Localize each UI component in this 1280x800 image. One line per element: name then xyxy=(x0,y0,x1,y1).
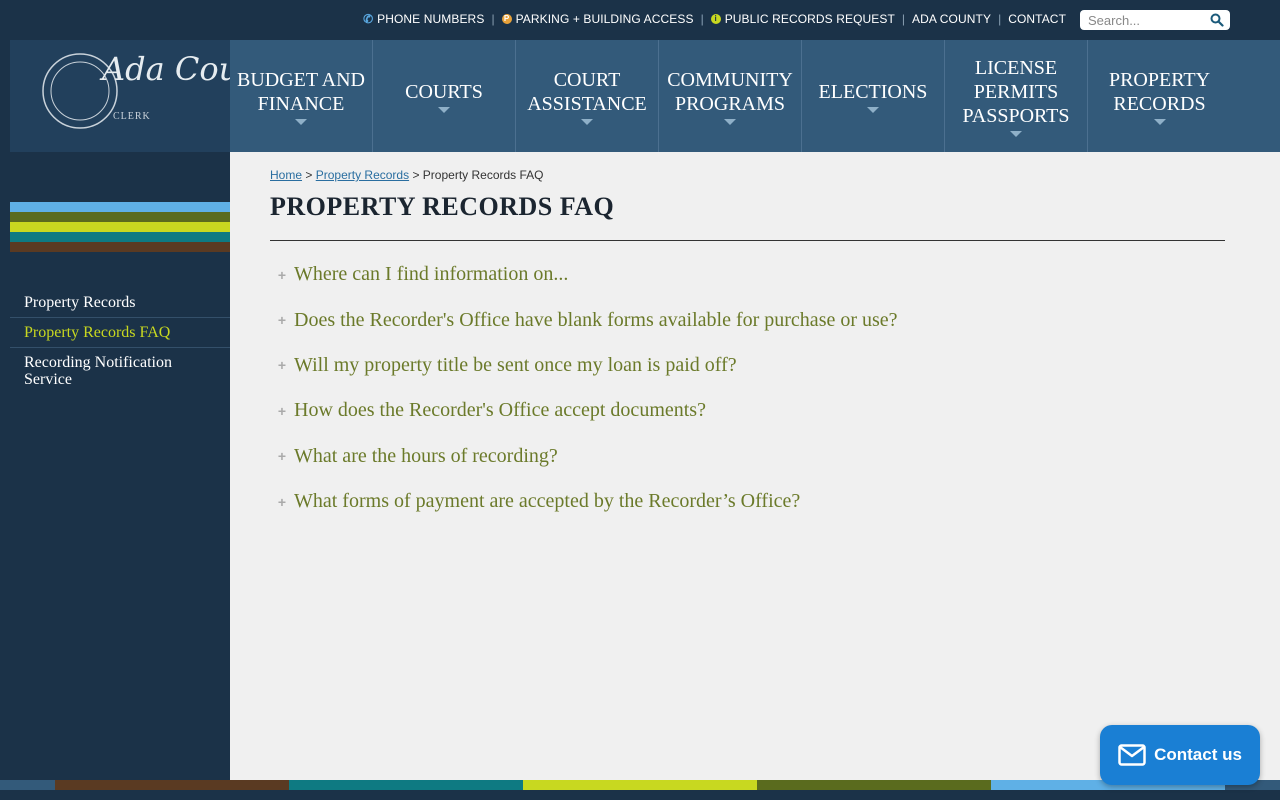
contact-us-button[interactable]: Contact us xyxy=(1100,725,1260,785)
nav-court-assistance[interactable]: COURT ASSISTANCE xyxy=(516,40,659,152)
nav-label: COURTS xyxy=(405,80,483,103)
nav-label: ELECTIONS xyxy=(818,80,928,103)
separator: | xyxy=(901,12,906,26)
separator: | xyxy=(700,12,704,26)
nav-label: LICENSE PERMITS PASSPORTS xyxy=(962,56,1070,127)
stripe-blue xyxy=(10,202,230,212)
ada-county-label: ADA COUNTY xyxy=(912,12,992,26)
search-box xyxy=(1080,10,1230,30)
contact-link[interactable]: CONTACT xyxy=(1008,12,1066,26)
chevron-down-icon xyxy=(295,118,307,125)
parking-link[interactable]: P PARKING + BUILDING ACCESS xyxy=(501,12,694,26)
separator: | xyxy=(491,12,495,26)
nav-label: COMMUNITY PROGRAMS xyxy=(667,68,793,115)
faq-question: How does the Recorder's Office accept do… xyxy=(294,399,706,422)
parking-label: PARKING + BUILDING ACCESS xyxy=(515,12,694,26)
chevron-down-icon xyxy=(581,118,593,125)
separator: | xyxy=(998,12,1002,26)
public-records-label: PUBLIC RECORDS REQUEST xyxy=(724,12,895,26)
mail-icon xyxy=(1118,744,1146,766)
stripe-olive xyxy=(10,212,230,222)
sidebar-item-property-records-faq[interactable]: Property Records FAQ xyxy=(10,318,230,348)
search-input[interactable] xyxy=(1080,10,1206,30)
sidebar-color-stripes xyxy=(10,202,230,252)
phone-icon: ✆ xyxy=(363,12,374,26)
nav-property-records[interactable]: PROPERTY RECORDS xyxy=(1088,40,1231,152)
chevron-down-icon xyxy=(438,106,450,113)
breadcrumb-separator: > xyxy=(305,168,313,182)
stripe-lime xyxy=(10,222,230,232)
faq-question: What forms of payment are accepted by th… xyxy=(294,490,801,513)
utility-links: ✆ PHONE NUMBERS | P PARKING + BUILDING A… xyxy=(363,12,1066,26)
faq-item[interactable]: + Will my property title be sent once my… xyxy=(270,343,1225,388)
faq-question: Will my property title be sent once my l… xyxy=(294,353,737,376)
logo-text: Ada County xyxy=(99,50,230,88)
faq-question: What are the hours of recording? xyxy=(294,444,558,467)
plus-icon: + xyxy=(277,312,287,329)
breadcrumb-property-records-link[interactable]: Property Records xyxy=(316,168,409,182)
faq-item[interactable]: + Does the Recorder's Office have blank … xyxy=(270,297,1225,342)
nav-elections[interactable]: ELECTIONS xyxy=(802,40,945,152)
parking-icon: P xyxy=(501,14,512,24)
nav-label: PROPERTY RECORDS xyxy=(1108,68,1211,115)
nav-label: BUDGET AND FINANCE xyxy=(237,68,365,115)
main-content: Home > Property Records > Property Recor… xyxy=(230,152,1280,780)
logo-graphic: Ada County CLERK xyxy=(42,50,292,129)
phone-numbers-link[interactable]: ✆ PHONE NUMBERS xyxy=(363,12,484,26)
faq-item[interactable]: + What forms of payment are accepted by … xyxy=(270,479,1225,524)
footer-stripe xyxy=(523,780,757,790)
chevron-down-icon xyxy=(1153,118,1166,125)
main-navigation: BUDGET AND FINANCE COURTS COURT ASSISTAN… xyxy=(230,40,1280,152)
plus-icon: + xyxy=(277,266,287,283)
title-divider xyxy=(270,240,1225,241)
side-navigation: Property Records Property Records FAQ Re… xyxy=(10,288,230,394)
breadcrumb-separator: > xyxy=(412,168,420,182)
stripe-teal xyxy=(10,232,230,242)
nav-community-programs[interactable]: COMMUNITY PROGRAMS xyxy=(659,40,802,152)
page-title: PROPERTY RECORDS FAQ xyxy=(270,192,615,221)
faq-item[interactable]: + What are the hours of recording? xyxy=(270,434,1225,479)
chevron-down-icon xyxy=(1010,130,1022,137)
plus-icon: + xyxy=(277,357,287,374)
nav-label: COURT ASSISTANCE xyxy=(527,68,647,115)
plus-icon: + xyxy=(277,493,287,510)
info-icon: i xyxy=(710,14,721,24)
faq-question: Does the Recorder's Office have blank fo… xyxy=(294,308,898,331)
ada-county-clerk-logo[interactable]: Ada County CLERK xyxy=(10,40,292,152)
faq-item[interactable]: + How does the Recorder's Office accept … xyxy=(270,388,1225,433)
faq-question: Where can I find information on... xyxy=(294,263,569,286)
faq-item[interactable]: + Where can I find information on... xyxy=(270,252,1225,297)
ada-county-link[interactable]: ADA COUNTY xyxy=(912,12,991,26)
footer-stripe xyxy=(289,780,523,790)
breadcrumb-current: Property Records FAQ xyxy=(422,168,544,182)
footer-color-stripes xyxy=(0,780,1280,790)
footer-stripe xyxy=(55,780,289,790)
nav-courts[interactable]: COURTS xyxy=(373,40,516,152)
stripe-brown xyxy=(10,242,230,252)
breadcrumb: Home > Property Records > Property Recor… xyxy=(270,168,544,182)
logo-subtext: CLERK xyxy=(113,111,151,122)
public-records-link[interactable]: i PUBLIC RECORDS REQUEST xyxy=(710,12,895,26)
chevron-down-icon xyxy=(867,106,879,113)
plus-icon: + xyxy=(277,402,287,419)
breadcrumb-home-link[interactable]: Home xyxy=(270,168,302,182)
nav-budget-finance[interactable]: BUDGET AND FINANCE xyxy=(230,40,373,152)
nav-license-permits-passports[interactable]: LICENSE PERMITS PASSPORTS xyxy=(945,40,1088,152)
chevron-down-icon xyxy=(724,118,736,125)
faq-list: + Where can I find information on... + D… xyxy=(270,252,1225,524)
footer-stripe xyxy=(0,780,55,790)
sidebar-item-property-records[interactable]: Property Records xyxy=(10,288,230,318)
footer-stripe xyxy=(757,780,991,790)
search-icon[interactable] xyxy=(1210,13,1224,27)
contact-us-label: Contact us xyxy=(1154,745,1242,764)
sidebar-item-recording-notification[interactable]: Recording Notification Service xyxy=(10,348,230,394)
top-utility-bar: ✆ PHONE NUMBERS | P PARKING + BUILDING A… xyxy=(0,0,1280,40)
contact-label: CONTACT xyxy=(1008,12,1066,26)
plus-icon: + xyxy=(277,448,287,465)
phone-numbers-label: PHONE NUMBERS xyxy=(377,12,485,26)
